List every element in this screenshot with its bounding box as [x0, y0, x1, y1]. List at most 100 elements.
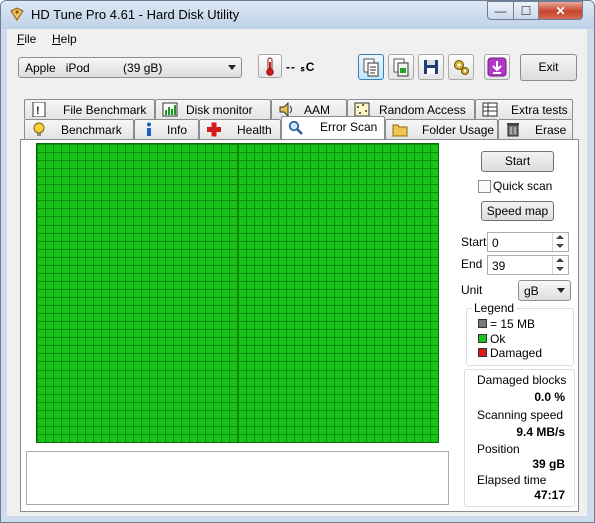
drive-select[interactable]: Apple iPod (39 gB) [18, 57, 242, 78]
tab-disk-monitor[interactable]: Disk monitor [155, 99, 271, 119]
block-cell [374, 322, 382, 330]
block-cell [214, 169, 222, 177]
block-cell [190, 314, 198, 322]
maximize-button[interactable]: ☐ [513, 1, 539, 20]
block-cell [398, 153, 406, 161]
block-cell [182, 249, 190, 257]
block-cell [182, 145, 190, 153]
block-cell [342, 273, 350, 281]
block-cell [310, 177, 318, 185]
block-cell [334, 153, 342, 161]
block-cell [350, 338, 358, 346]
spin-up-icon[interactable] [556, 258, 564, 262]
block-cell [142, 281, 150, 289]
tab-erase[interactable]: Erase [498, 119, 573, 139]
block-cell [166, 298, 174, 306]
tab-extra-tests[interactable]: Extra tests [475, 99, 573, 119]
tab-folder-usage[interactable]: Folder Usage [385, 119, 498, 139]
end-spinner-buttons[interactable] [552, 256, 568, 274]
block-cell [166, 145, 174, 153]
block-cell [414, 289, 422, 298]
block-cell [334, 225, 342, 233]
block-cell [206, 354, 214, 362]
tab-error-scan[interactable]: Error Scan [281, 116, 385, 139]
block-cell [374, 314, 382, 322]
block-cell [214, 161, 222, 169]
block-cell [94, 314, 102, 322]
block-cell [278, 249, 286, 257]
block-cell [158, 249, 166, 257]
block-cell [54, 281, 62, 289]
block-cell [198, 273, 206, 281]
block-cell [382, 209, 390, 217]
block-cell [142, 257, 150, 265]
block-cell [342, 201, 350, 209]
spin-down-icon[interactable] [556, 244, 564, 248]
speed-map-button[interactable]: Speed map [481, 201, 554, 221]
options-button[interactable] [448, 54, 474, 80]
block-cell [158, 410, 166, 418]
block-cell [102, 217, 110, 225]
block-cell [126, 273, 134, 281]
close-button[interactable]: ✕ [538, 1, 583, 20]
copy-info-button[interactable] [358, 54, 384, 80]
copy-screenshot-button[interactable] [388, 54, 414, 80]
tab-file-benchmark[interactable]: ! File Benchmark [24, 99, 155, 119]
block-cell [390, 169, 398, 177]
block-cell [270, 241, 278, 249]
start-spinner-buttons[interactable] [552, 233, 568, 251]
block-cell [430, 161, 438, 169]
block-cell [86, 273, 94, 281]
block-cell [398, 281, 406, 289]
minimize-button[interactable]: — [487, 1, 514, 20]
unit-select[interactable]: gB [518, 280, 571, 301]
block-cell [158, 434, 166, 442]
tab-info[interactable]: Info [134, 119, 199, 139]
block-cell [214, 153, 222, 161]
block-cell [286, 177, 294, 185]
position-label: Position [477, 442, 520, 456]
end-spinner[interactable]: 39 [487, 255, 569, 275]
block-cell [190, 410, 198, 418]
block-cell [94, 330, 102, 338]
block-cell [150, 306, 158, 314]
block-cell [38, 362, 46, 370]
block-cell [230, 386, 238, 394]
start-scan-button[interactable]: Start [481, 151, 554, 172]
tab-health[interactable]: Health [199, 119, 281, 139]
block-cell [134, 394, 142, 402]
block-cell [310, 354, 318, 362]
block-cell [286, 314, 294, 322]
menu-file[interactable]: File [17, 32, 36, 46]
block-cell [142, 306, 150, 314]
quick-scan-checkbox-box[interactable] [478, 180, 491, 193]
block-cell [278, 370, 286, 378]
block-cell [198, 193, 206, 201]
save-button[interactable] [418, 54, 444, 80]
block-cell [182, 153, 190, 161]
block-cell [254, 169, 262, 177]
download-button[interactable] [484, 54, 510, 80]
exit-button[interactable]: Exit [520, 54, 577, 81]
spin-up-icon[interactable] [556, 235, 564, 239]
block-cell [326, 153, 334, 161]
spin-down-icon[interactable] [556, 267, 564, 271]
block-cell [62, 402, 70, 410]
block-cell [350, 177, 358, 185]
block-cell [86, 257, 94, 265]
block-cell [374, 153, 382, 161]
menu-help[interactable]: Help [52, 32, 77, 46]
block-cell [110, 386, 118, 394]
block-cell [246, 314, 254, 322]
block-cell [86, 249, 94, 257]
title-bar[interactable]: HD Tune Pro 4.61 - Hard Disk Utility — ☐… [1, 1, 594, 29]
block-cell [166, 354, 174, 362]
block-cell [158, 362, 166, 370]
block-cell [254, 249, 262, 257]
tab-benchmark[interactable]: Benchmark [24, 119, 134, 139]
block-cell [230, 209, 238, 217]
tab-error-scan-label: Error Scan [320, 120, 378, 134]
block-cell [214, 394, 222, 402]
block-cell [166, 362, 174, 370]
start-spinner[interactable]: 0 [487, 232, 569, 252]
